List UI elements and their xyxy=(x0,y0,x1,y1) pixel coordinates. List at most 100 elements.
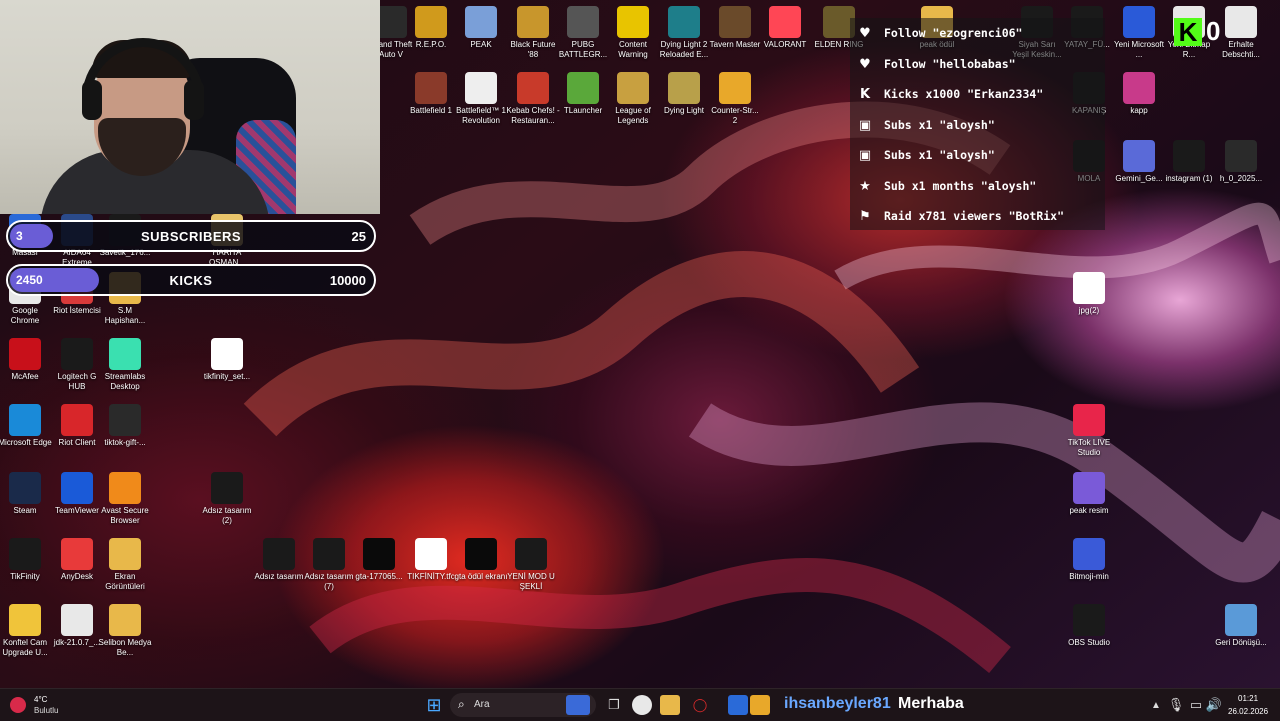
desktop-icon[interactable]: Logitech G HUB xyxy=(50,338,104,392)
search-highlight-icon[interactable] xyxy=(566,695,590,715)
desktop-icon-label: PEAK xyxy=(470,40,492,49)
desktop-icon-label: Adsız tasarım xyxy=(254,572,304,581)
kick-logo-icon: K xyxy=(1174,18,1202,46)
microphone-icon[interactable]: 🎙 xyxy=(1166,695,1186,715)
desktop-icon[interactable]: Streamlabs Desktop xyxy=(98,338,152,392)
desktop-icon-label: tikfinity_set... xyxy=(203,372,251,381)
desktop-icon-label: McAfee xyxy=(11,372,39,381)
kicks-title: KICKS xyxy=(169,273,213,288)
desktop-icon[interactable]: Kebab Chefs! - Restauran... xyxy=(506,72,560,126)
weather-temp[interactable]: 4°C xyxy=(34,695,47,704)
desktop-icon-label: Konftel Cam Upgrade U... xyxy=(2,638,48,657)
desktop-icon[interactable]: R.E.P.O. xyxy=(404,6,458,50)
event-alert-text: Follow "hellobabas" xyxy=(884,57,1016,71)
desktop-icon[interactable]: TikFinity xyxy=(0,538,52,582)
desktop-icon[interactable]: OBS Studio xyxy=(1062,604,1116,648)
desktop-icon[interactable]: McAfee xyxy=(0,338,52,382)
desktop-icon[interactable]: peak resim xyxy=(1062,472,1116,516)
heart-icon: ♥ xyxy=(859,56,871,72)
app-icon xyxy=(1073,604,1105,636)
app-icon xyxy=(567,6,599,38)
desktop-icon-label: Bitmoji-min xyxy=(1069,572,1109,581)
desktop-icon[interactable]: Avast Secure Browser xyxy=(98,472,152,526)
subscribers-goal: 25 xyxy=(351,229,366,244)
desktop-icon[interactable]: Counter-Str... 2 xyxy=(708,72,762,126)
desktop-icon[interactable]: kapp xyxy=(1112,72,1166,116)
desktop-icon-label: Selibon Medya Be... xyxy=(98,638,152,657)
subscribers-title: SUBSCRIBERS xyxy=(140,229,242,244)
desktop-icon[interactable]: Yeni Microsoft ... xyxy=(1112,6,1166,60)
weather-desc[interactable]: Bulutlu xyxy=(34,706,58,715)
app-icon xyxy=(719,72,751,104)
app-icon xyxy=(668,72,700,104)
desktop-icon-label: Logitech G HUB xyxy=(57,372,97,391)
desktop-icon[interactable]: TLauncher xyxy=(556,72,610,116)
desktop-icon[interactable]: Adsız tasarım (2) xyxy=(200,472,254,526)
desktop-icon[interactable]: Konftel Cam Upgrade U... xyxy=(0,604,52,658)
desktop-icon-label: PUBG BATTLEGR... xyxy=(558,40,608,59)
app-icon-1[interactable] xyxy=(728,695,748,715)
desktop-icon[interactable]: Dying Light xyxy=(657,72,711,116)
desktop-icon[interactable]: Geri Dönüşü... xyxy=(1214,604,1268,648)
network-icon[interactable]: ▭ xyxy=(1186,695,1206,715)
desktop-icon[interactable]: Selibon Medya Be... xyxy=(98,604,152,658)
desktop-icon[interactable]: Steam xyxy=(0,472,52,516)
desktop-icon-label: Battlefield™ 1 Revolution xyxy=(456,106,506,125)
event-alert-row: ♥ Follow "ezogrenci06" xyxy=(850,18,1022,48)
volume-icon[interactable]: 🔊 xyxy=(1204,695,1224,715)
desktop-icon[interactable]: TikTok LIVE Studio xyxy=(1062,404,1116,458)
desktop-icon[interactable]: Dying Light 2 Reloaded E... xyxy=(657,6,711,60)
desktop-icon[interactable]: h_0_2025... xyxy=(1214,140,1268,184)
desktop-icon[interactable]: tikfinity_set... xyxy=(200,338,254,382)
app-icon xyxy=(211,338,243,370)
desktop-icon[interactable]: Bitmoji-min xyxy=(1062,538,1116,582)
desktop-icon[interactable]: Ekran Görüntüleri xyxy=(98,538,152,592)
clock-time[interactable]: 01:21 xyxy=(1238,694,1258,703)
desktop-icon[interactable]: Content Warning xyxy=(606,6,660,60)
task-view-icon[interactable]: ❐ xyxy=(604,695,624,715)
desktop-icon[interactable]: League of Legends xyxy=(606,72,660,126)
desktop-icon[interactable]: gta-177065... xyxy=(352,538,406,582)
app-icon xyxy=(263,538,295,570)
desktop-icon[interactable]: Black Future '88 xyxy=(506,6,560,60)
desktop-icon[interactable]: Adsız tasarım (7) xyxy=(302,538,356,592)
desktop-icon-label: Yeni Microsoft ... xyxy=(1114,40,1164,59)
desktop-icon-label: Kebab Chefs! - Restauran... xyxy=(506,106,560,125)
app-icon xyxy=(1123,6,1155,38)
desktop-icon[interactable]: PUBG BATTLEGR... xyxy=(556,6,610,60)
desktop-icon[interactable]: gta ödül ekranı xyxy=(454,538,508,582)
desktop-icon-label: AnyDesk xyxy=(60,572,93,581)
desktop-icon[interactable]: Tavern Master xyxy=(708,6,762,50)
desktop-icon[interactable]: YENİ MOD U ŞEKLİ xyxy=(504,538,558,592)
chevron-up-icon[interactable]: ▲ xyxy=(1146,695,1166,715)
weather-icon[interactable] xyxy=(10,697,26,713)
windows-start-icon[interactable]: ⊞ xyxy=(424,695,444,715)
desktop-icon[interactable]: AnyDesk xyxy=(50,538,104,582)
desktop-icon[interactable]: tiktok-gift-... xyxy=(98,404,152,448)
desktop-icon-label: VALORANT xyxy=(763,40,807,49)
app-icon xyxy=(1173,140,1205,172)
file-explorer-icon[interactable] xyxy=(660,695,680,715)
desktop-icon-label: jpg(2) xyxy=(1078,306,1100,315)
app-icon-2[interactable] xyxy=(750,695,770,715)
desktop-icon[interactable]: TeamViewer xyxy=(50,472,104,516)
desktop-icon[interactable]: jdk-21.0.7_... xyxy=(50,604,104,648)
desktop-icon[interactable]: PEAK xyxy=(454,6,508,50)
desktop-icon[interactable]: jpg(2) xyxy=(1062,272,1116,316)
desktop-icon[interactable]: VALORANT xyxy=(758,6,812,50)
desktop-icon[interactable]: TIKFİNİTY.tfc xyxy=(404,538,458,582)
event-alert-text: Sub x1 months "aloysh" xyxy=(884,179,1037,193)
desktop-icon[interactable]: Riot Client xyxy=(50,404,104,448)
opera-icon[interactable]: ◯ xyxy=(690,695,710,715)
desktop-icon[interactable]: Microsoft Edge xyxy=(0,404,52,448)
desktop-icon[interactable]: Battlefield™ 1 Revolution xyxy=(454,72,508,126)
desktop-icon[interactable]: instagram (1) xyxy=(1162,140,1216,184)
desktop-icon[interactable]: Erhalte Debschti... xyxy=(1214,6,1268,60)
desktop-icon-label: gta ödül ekranı xyxy=(454,572,508,581)
clock-date[interactable]: 26.02.2026 xyxy=(1228,707,1268,716)
desktop-icon[interactable]: Gemini_Ge... xyxy=(1112,140,1166,184)
desktop-icon[interactable]: Adsız tasarım xyxy=(252,538,306,582)
chrome-icon[interactable] xyxy=(632,695,652,715)
desktop-icon[interactable]: Battlefield 1 xyxy=(404,72,458,116)
desktop-icon-label: TikFinity xyxy=(10,572,40,581)
